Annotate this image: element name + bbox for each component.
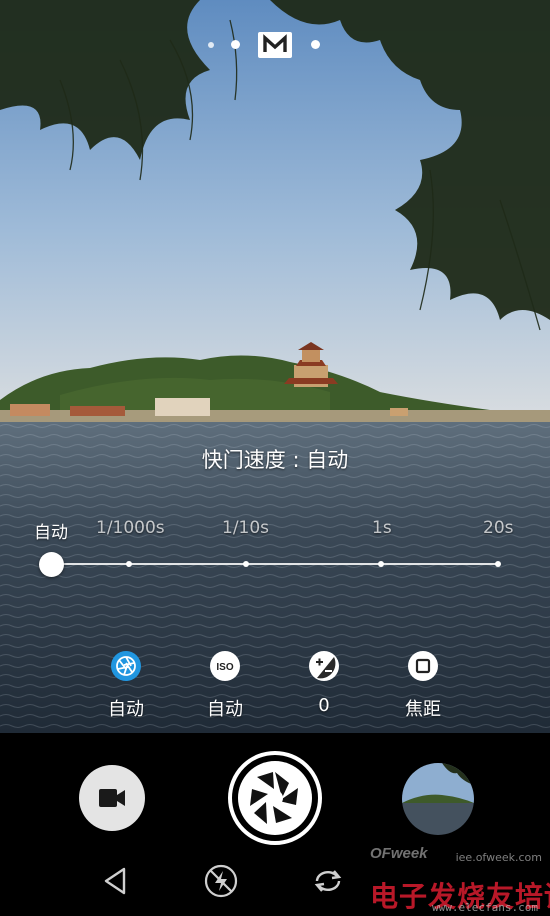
watermark-url: www.elecfans.com (432, 901, 538, 914)
back-triangle-icon[interactable] (96, 861, 136, 901)
shutter-aperture-icon[interactable] (110, 650, 142, 682)
tick-label-1s[interactable]: 1s (372, 518, 392, 538)
shutter-slider-thumb[interactable] (39, 552, 64, 577)
shutter-icon (238, 761, 312, 835)
iso-value: 自动 (207, 699, 243, 720)
mode-dot[interactable] (208, 42, 214, 48)
tick-label-1-10s[interactable]: 1/10s (222, 518, 269, 538)
mode-dot[interactable] (311, 40, 320, 49)
video-record-button[interactable] (79, 765, 145, 831)
manual-mode-icon[interactable] (258, 32, 292, 58)
watermark: OFweek iee.ofweek.com 电子发烧友培训 www.elecfa… (370, 845, 550, 915)
video-camera-icon (99, 789, 125, 807)
shutter-speed-value: 自动 (108, 699, 144, 720)
exposure-param[interactable]: 0 (274, 650, 374, 716)
watermark-site: iee.ofweek.com (455, 851, 542, 864)
shutter-slider-track[interactable] (52, 563, 499, 565)
exposure-compensation-icon[interactable] (308, 650, 340, 682)
camera-viewfinder[interactable]: 快门速度 : 自动 自动 1/1000s 1/10s 1s 20s 自动 ISO… (0, 0, 550, 733)
shutter-speed-param[interactable]: 自动 (76, 650, 176, 721)
svg-text:ISO: ISO (216, 662, 233, 673)
slider-stop[interactable] (126, 561, 132, 567)
tick-label-20s[interactable]: 20s (483, 518, 514, 538)
shutter-button[interactable] (228, 751, 322, 845)
flash-off-icon[interactable] (201, 861, 241, 901)
mode-indicator[interactable] (200, 32, 330, 58)
focus-icon[interactable] (407, 650, 439, 682)
slider-stop[interactable] (495, 561, 501, 567)
iso-param[interactable]: ISO 自动 (175, 650, 275, 721)
preview-scene (0, 0, 550, 733)
iso-icon[interactable]: ISO (209, 650, 241, 682)
shutter-speed-title: 快门速度 : 自动 (201, 448, 349, 472)
tick-label-1-1000s[interactable]: 1/1000s (96, 518, 165, 538)
focus-param[interactable]: 焦距 (373, 650, 473, 721)
slider-stop[interactable] (243, 561, 249, 567)
watermark-brand: OFweek (370, 845, 428, 862)
slider-stop[interactable] (378, 561, 384, 567)
switch-camera-icon[interactable] (308, 861, 348, 901)
gallery-thumbnail[interactable] (402, 763, 474, 835)
focus-value: 焦距 (405, 699, 441, 720)
tick-label-auto[interactable]: 自动 (34, 518, 68, 543)
mode-dot[interactable] (231, 40, 240, 49)
exposure-value: 0 (318, 695, 330, 716)
watermark-line: 电子发烧友培训 (370, 880, 550, 913)
camera-control-bar: OFweek iee.ofweek.com 电子发烧友培训 www.elecfa… (0, 733, 550, 916)
